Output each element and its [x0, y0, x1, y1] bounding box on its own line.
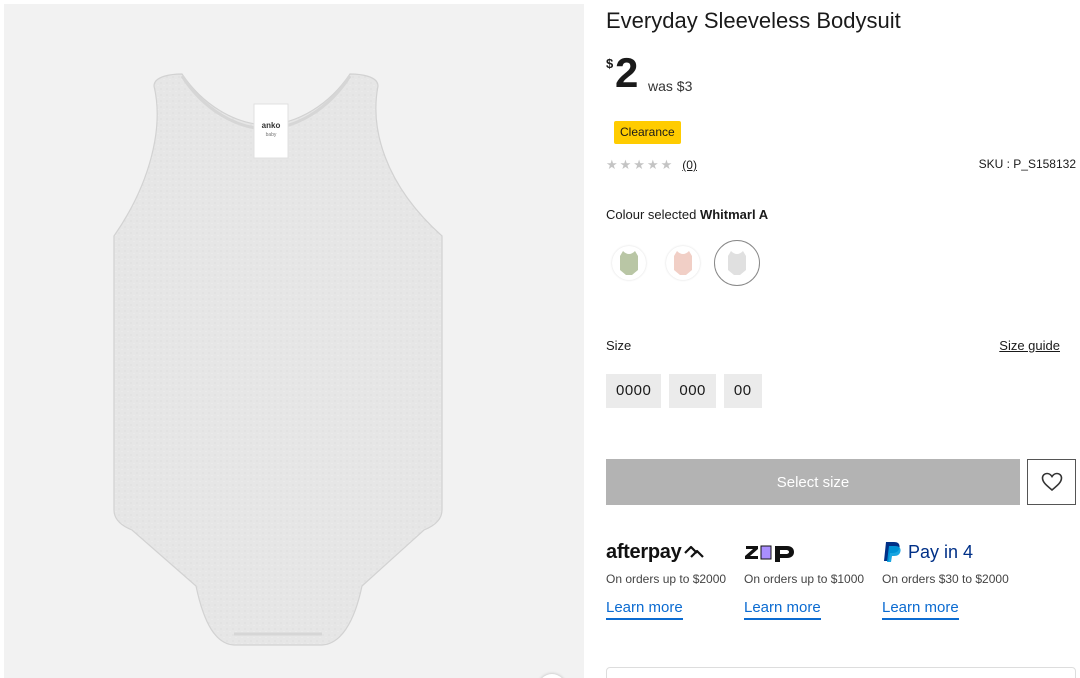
was-price: was $3 — [648, 78, 693, 94]
brand-label: anko — [262, 121, 281, 130]
star-rating-icon: ★★★★★ — [606, 157, 675, 172]
product-title: Everyday Sleeveless Bodysuit — [606, 8, 901, 33]
swatch-pink[interactable] — [666, 246, 700, 280]
swatch-green[interactable] — [612, 246, 646, 280]
next-section-card — [606, 667, 1076, 678]
paypal-icon — [884, 542, 901, 562]
size-option-0000[interactable]: 0000 — [606, 374, 662, 408]
size-label: Size — [606, 338, 632, 353]
paypal-option: Pay in 4 On orders $30 to $2000 Learn mo… — [882, 536, 1012, 620]
paypal-note: On orders $30 to $2000 — [882, 572, 1009, 586]
paypal-logo: Pay in 4 — [882, 536, 1012, 568]
bodysuit-green-icon — [620, 251, 638, 275]
zip-option: On orders up to $1000 Learn more — [744, 536, 874, 620]
afterpay-arrows-icon — [684, 545, 705, 558]
size-guide-link[interactable]: Size guide — [999, 338, 1060, 353]
afterpay-note: On orders up to $2000 — [606, 572, 727, 586]
swatch-whitmarl-selected[interactable] — [714, 240, 760, 286]
heart-icon — [1041, 472, 1062, 492]
clearance-badge: Clearance — [614, 121, 681, 144]
sku: SKU : P_S158132 — [978, 157, 1076, 171]
zip-logo — [744, 536, 874, 568]
zip-learn-more-link[interactable]: Learn more — [744, 599, 821, 620]
rating[interactable]: ★★★★★ (0) — [606, 156, 697, 174]
bodysuit-illustration: anko baby — [113, 73, 443, 646]
colour-label-text: Colour selected — [606, 207, 697, 222]
rating-count-link[interactable]: (0) — [682, 158, 697, 172]
size-options: 0000 000 00 — [606, 374, 762, 408]
colour-selected-name: Whitmarl A — [699, 207, 769, 222]
bodysuit-pink-icon — [674, 251, 692, 275]
afterpay-learn-more-link[interactable]: Learn more — [606, 599, 683, 620]
zip-note: On orders up to $1000 — [744, 572, 865, 586]
price-value: 2 — [615, 49, 639, 96]
paypal-pay-in-4-text: Pay in 4 — [908, 541, 974, 562]
price-currency: $ — [606, 56, 614, 71]
afterpay-logo: afterpay — [606, 536, 736, 568]
zip-logo-icon — [745, 545, 794, 562]
wishlist-button[interactable] — [1027, 459, 1076, 505]
afterpay-option: afterpay On orders up to $2000 Learn mor… — [606, 536, 736, 620]
bodysuit-grey-icon — [728, 251, 746, 275]
colour-label: Colour selected Whitmarl A — [606, 207, 768, 222]
select-size-button[interactable]: Select size — [606, 459, 1020, 505]
size-option-000[interactable]: 000 — [669, 374, 716, 408]
size-option-00[interactable]: 00 — [723, 374, 762, 408]
product-image[interactable]: anko baby — [4, 4, 584, 678]
afterpay-logo-text: afterpay — [606, 540, 682, 563]
product-details: Everyday Sleeveless Bodysuit $ 2 was $3 … — [606, 0, 1076, 678]
brand-sub-label: baby — [266, 132, 277, 138]
paypal-learn-more-link[interactable]: Learn more — [882, 599, 959, 620]
